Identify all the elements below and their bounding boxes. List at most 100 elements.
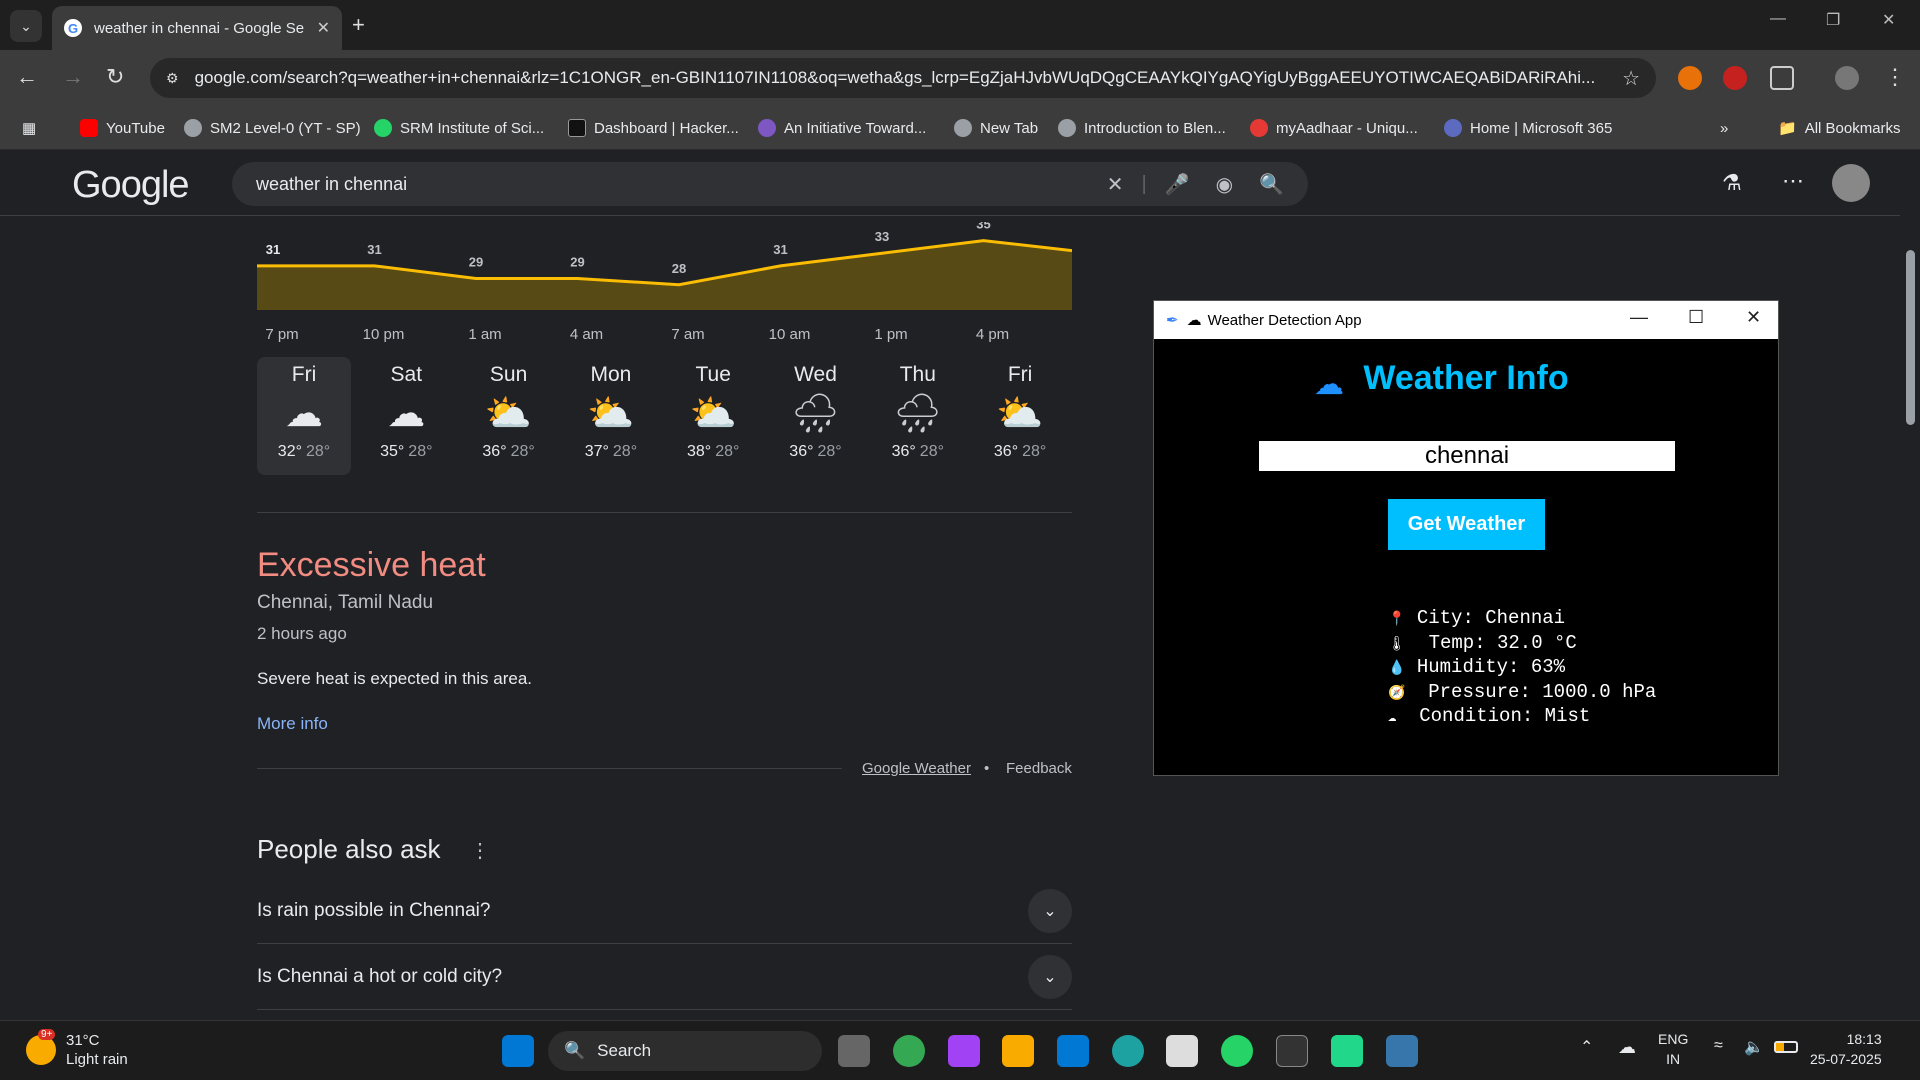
app-titlebar[interactable]: ✒ ☁ Weather Detection App — ☐ ✕ bbox=[1154, 301, 1778, 339]
more-menu-icon[interactable]: ⋮ bbox=[1884, 64, 1906, 90]
account-avatar[interactable] bbox=[1832, 164, 1870, 202]
bookmark-new-tab[interactable]: New Tab bbox=[954, 116, 1038, 140]
hourly-temperature-chart: 31 31 29 29 28 31 33 35 bbox=[257, 222, 1072, 310]
tray-overflow-icon[interactable]: ⌃ bbox=[1580, 1037, 1593, 1057]
reload-icon[interactable]: ↻ bbox=[106, 64, 124, 90]
close-tab-icon[interactable]: ✕ bbox=[317, 18, 330, 38]
bookmark-initiative[interactable]: An Initiative Toward... bbox=[758, 116, 926, 140]
lens-camera-icon[interactable]: ◉ bbox=[1216, 172, 1233, 197]
restore-window-button[interactable]: ❐ bbox=[1826, 10, 1840, 30]
forecast-day[interactable]: Sun ⛅ 36° 28° bbox=[462, 357, 556, 475]
bookmark-sm2[interactable]: SM2 Level-0 (YT - SP) bbox=[184, 116, 361, 140]
paa-question[interactable]: Is Chennai a hot or cold city? ⌄ bbox=[257, 944, 1072, 1010]
forecast-low: 28° bbox=[612, 443, 638, 460]
task-view-icon[interactable] bbox=[838, 1035, 870, 1067]
result-row: 📍 City: Chennai bbox=[1388, 607, 1656, 632]
chevron-down-icon[interactable]: ⌄ bbox=[1028, 954, 1072, 999]
whatsapp-icon[interactable] bbox=[1221, 1035, 1253, 1067]
google-search-box[interactable]: ✕ | 🎤 ◉ 🔍 bbox=[232, 162, 1308, 206]
extension-orange-icon[interactable] bbox=[1678, 66, 1702, 90]
profile-avatar[interactable] bbox=[1835, 66, 1859, 90]
minimize-window-button[interactable]: — bbox=[1770, 10, 1786, 28]
url-text[interactable]: google.com/search?q=weather+in+chennai&r… bbox=[195, 68, 1623, 88]
bookmark-aadhaar[interactable]: myAadhaar - Uniqu... bbox=[1250, 116, 1418, 140]
wifi-icon[interactable]: ≈ bbox=[1714, 1037, 1723, 1055]
windows-taskbar: 9+ 31°C Light rain 🔍 Search ⌃ ☁ ENG IN ≈… bbox=[0, 1020, 1920, 1080]
language-indicator[interactable]: ENG IN bbox=[1658, 1029, 1688, 1069]
result-icon: 🧭 bbox=[1388, 685, 1406, 702]
extension-record-icon[interactable] bbox=[1723, 66, 1747, 90]
close-window-button[interactable]: ✕ bbox=[1882, 10, 1895, 30]
forecast-day[interactable]: Sat ☁ 35° 28° bbox=[359, 357, 453, 475]
extensions-puzzle-icon[interactable] bbox=[1770, 66, 1794, 90]
labs-flask-icon[interactable]: ⚗ bbox=[1722, 170, 1742, 196]
volume-icon[interactable]: 🔈 bbox=[1744, 1037, 1764, 1057]
file-explorer-icon[interactable] bbox=[1002, 1035, 1034, 1067]
clock[interactable]: 18:13 25-07-2025 bbox=[1810, 1029, 1882, 1069]
forecast-low: 28° bbox=[1022, 443, 1047, 460]
forecast-day[interactable]: Wed 🌧 36° 28° bbox=[769, 357, 863, 475]
alert-description: Severe heat is expected in this area. bbox=[257, 669, 532, 688]
mysql-icon[interactable] bbox=[1276, 1035, 1308, 1067]
city-input[interactable] bbox=[1259, 441, 1675, 471]
more-info-link[interactable]: More info bbox=[257, 714, 328, 734]
apps-grid-icon[interactable]: ▦ bbox=[22, 116, 36, 140]
clear-icon[interactable]: ✕ bbox=[1107, 172, 1124, 197]
microphone-icon[interactable]: 🎤 bbox=[1165, 172, 1190, 197]
chevron-down-icon[interactable]: ⌄ bbox=[1028, 888, 1072, 933]
forward-arrow-icon[interactable]: → bbox=[62, 64, 84, 90]
bookmark-srm[interactable]: SRM Institute of Sci... bbox=[374, 116, 544, 140]
copilot-icon[interactable] bbox=[948, 1035, 980, 1067]
forecast-day[interactable]: Thu 🌧 36° 28° bbox=[871, 357, 965, 475]
bookmark-blender[interactable]: Introduction to Blen... bbox=[1058, 116, 1226, 140]
battery-icon[interactable] bbox=[1774, 1041, 1798, 1053]
google-logo[interactable]: Google bbox=[72, 164, 190, 207]
taskbar-weather-widget[interactable]: 9+ 31°C Light rain bbox=[26, 1029, 128, 1069]
bookmark-hackerrank[interactable]: Dashboard | Hacker... bbox=[568, 116, 739, 140]
chrome-icon[interactable] bbox=[893, 1035, 925, 1067]
bookmark-microsoft365[interactable]: Home | Microsoft 365 bbox=[1444, 116, 1612, 140]
feedback-link[interactable]: Feedback bbox=[1006, 760, 1072, 777]
onedrive-cloud-icon[interactable]: ☁ bbox=[1618, 1037, 1636, 1058]
browser-tab[interactable]: G weather in chennai - Google Se ✕ bbox=[52, 6, 342, 50]
app-minimize-button[interactable]: — bbox=[1630, 307, 1648, 328]
search-input[interactable] bbox=[256, 173, 1081, 195]
search-icon[interactable]: 🔍 bbox=[1259, 172, 1284, 197]
result-text: City: Chennai bbox=[1405, 607, 1566, 629]
forecast-day[interactable]: Fri ⛅ 36° 28° bbox=[973, 357, 1067, 475]
all-bookmarks[interactable]: 📁 All Bookmarks bbox=[1778, 116, 1901, 140]
bookmark-youtube[interactable]: YouTube bbox=[80, 116, 165, 140]
result-text: Pressure: 1000.0 hPa bbox=[1405, 680, 1657, 703]
notepad-icon[interactable] bbox=[1166, 1035, 1198, 1067]
hour-label: 4 am bbox=[569, 326, 604, 343]
python-app-icon[interactable] bbox=[1386, 1035, 1418, 1067]
forecast-day[interactable]: Tue ⛅ 38° 28° bbox=[666, 357, 760, 475]
more-options-icon[interactable]: ⋮ bbox=[470, 838, 490, 863]
pycharm-icon[interactable] bbox=[1331, 1035, 1363, 1067]
forecast-day[interactable]: Mon ⛅ 37° 28° bbox=[564, 357, 658, 475]
forecast-low: 28° bbox=[919, 443, 944, 460]
bookmarks-bar: ▦ YouTube SM2 Level-0 (YT - SP) SRM Inst… bbox=[0, 106, 1920, 150]
site-settings-icon[interactable]: ⚙ bbox=[166, 70, 179, 87]
address-bar[interactable]: ⚙ google.com/search?q=weather+in+chennai… bbox=[150, 58, 1656, 98]
app-close-button[interactable]: ✕ bbox=[1746, 307, 1761, 328]
more-bookmarks-icon[interactable]: » bbox=[1720, 116, 1728, 140]
google-apps-icon[interactable]: ⋯ bbox=[1782, 168, 1804, 194]
forecast-day[interactable]: Fri ☁ 32° 28° bbox=[257, 357, 351, 475]
scrollbar-thumb[interactable] bbox=[1906, 250, 1915, 425]
tab-list-button[interactable]: ⌄ bbox=[10, 10, 42, 42]
edge-icon[interactable] bbox=[1112, 1035, 1144, 1067]
new-tab-button[interactable]: + bbox=[352, 12, 365, 38]
taskbar-search[interactable]: 🔍 Search bbox=[548, 1031, 822, 1071]
windows-start-icon[interactable] bbox=[502, 1035, 534, 1067]
bookmark-star-icon[interactable]: ☆ bbox=[1622, 66, 1640, 91]
google-weather-link[interactable]: Google Weather bbox=[862, 760, 971, 777]
get-weather-button[interactable]: Get Weather bbox=[1388, 499, 1545, 550]
feather-icon: ✒ bbox=[1166, 312, 1179, 329]
page-scrollbar[interactable] bbox=[1900, 150, 1920, 1020]
paa-question[interactable]: Is rain possible in Chennai? ⌄ bbox=[257, 878, 1072, 944]
back-arrow-icon[interactable]: ← bbox=[16, 64, 38, 90]
outlook-icon[interactable] bbox=[1057, 1035, 1089, 1067]
temperature-label: 28 bbox=[672, 261, 686, 276]
app-maximize-button[interactable]: ☐ bbox=[1688, 307, 1704, 328]
